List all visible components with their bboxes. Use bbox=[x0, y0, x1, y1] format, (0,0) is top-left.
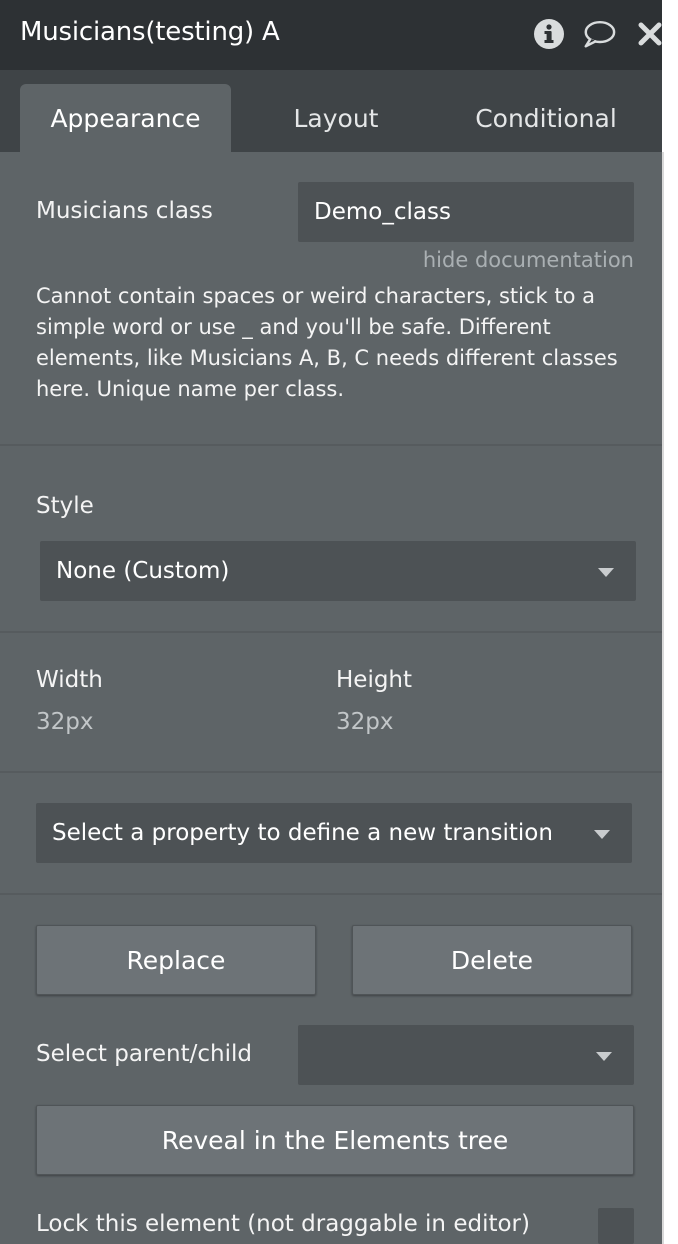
divider bbox=[0, 893, 662, 895]
delete-button[interactable]: Delete bbox=[352, 925, 632, 995]
info-icon[interactable] bbox=[532, 17, 566, 51]
replace-button[interactable]: Replace bbox=[36, 925, 316, 995]
class-label: Musicians class bbox=[36, 198, 213, 224]
chevron-down-icon bbox=[596, 1052, 612, 1061]
divider bbox=[0, 631, 662, 633]
tab-conditional[interactable]: Conditional bbox=[440, 84, 652, 152]
transition-property-dropdown[interactable]: Select a property to define a new transi… bbox=[36, 803, 632, 863]
lock-element-checkbox[interactable] bbox=[598, 1208, 634, 1244]
tab-appearance[interactable]: Appearance bbox=[20, 84, 231, 152]
parent-child-label: Select parent/child bbox=[36, 1041, 253, 1067]
style-label: Style bbox=[36, 493, 94, 519]
tab-bar: Appearance Layout Conditional bbox=[0, 70, 662, 152]
comment-icon[interactable] bbox=[582, 17, 616, 51]
chevron-down-icon bbox=[594, 830, 610, 839]
property-editor-panel: Musicians(testing) A Appearance Layout C… bbox=[0, 0, 662, 1244]
close-icon[interactable] bbox=[633, 17, 662, 51]
height-label: Height bbox=[336, 667, 413, 693]
style-dropdown[interactable]: None (Custom) bbox=[40, 541, 636, 601]
lock-element-label: Lock this element (not draggable in edit… bbox=[36, 1211, 530, 1237]
panel-title: Musicians(testing) A bbox=[20, 17, 280, 47]
width-value: 32px bbox=[36, 709, 94, 735]
chevron-down-icon bbox=[598, 568, 614, 577]
panel-header: Musicians(testing) A bbox=[0, 0, 662, 70]
reveal-in-elements-tree-button[interactable]: Reveal in the Elements tree bbox=[36, 1105, 634, 1175]
class-documentation: Cannot contain spaces or weird character… bbox=[36, 284, 618, 401]
width-label: Width bbox=[36, 667, 103, 693]
divider bbox=[0, 444, 662, 446]
hide-documentation-link[interactable]: hide documentation bbox=[423, 248, 634, 272]
class-input[interactable]: Demo_class bbox=[298, 182, 634, 242]
height-value: 32px bbox=[336, 709, 394, 735]
scrollbar-track[interactable] bbox=[662, 152, 664, 1244]
scrollbar[interactable] bbox=[662, 0, 678, 1244]
parent-child-dropdown[interactable] bbox=[298, 1025, 634, 1085]
style-dropdown-value: None (Custom) bbox=[56, 558, 230, 584]
tab-layout[interactable]: Layout bbox=[250, 84, 422, 152]
divider bbox=[0, 771, 662, 773]
transition-dropdown-value: Select a property to define a new transi… bbox=[52, 820, 553, 846]
